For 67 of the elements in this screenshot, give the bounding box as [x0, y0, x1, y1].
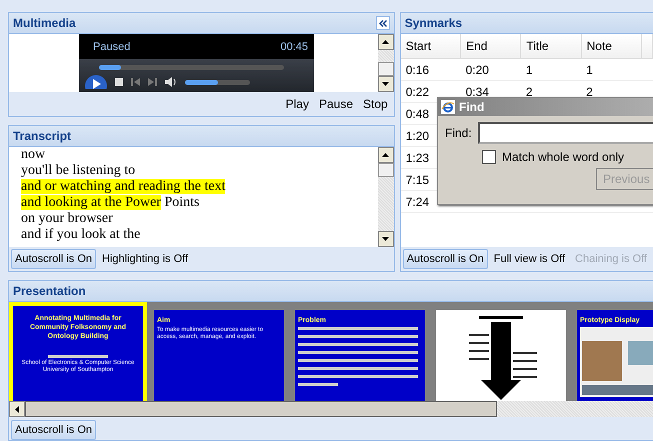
transcript-line: and if you look at the [21, 227, 142, 243]
checkbox-label: Match whole word only [502, 150, 624, 164]
scrollbar[interactable] [378, 147, 394, 247]
table-cell: 2 [586, 84, 593, 98]
scroll-down-button[interactable] [378, 76, 394, 92]
column-header[interactable]: Start [400, 34, 461, 58]
table-cell: 1 [526, 62, 533, 76]
speaker-icon[interactable] [165, 77, 177, 87]
up-arrow-icon [382, 153, 390, 157]
panel-title: Multimedia [13, 16, 76, 30]
double-chevron-icon [378, 20, 387, 26]
player-time: 00:45 [280, 40, 308, 52]
table-cell: 1:23 [406, 150, 430, 164]
panel-title: Transcript [13, 129, 72, 143]
scrollbar[interactable] [378, 34, 394, 92]
down-arrow-icon [382, 237, 390, 241]
scroll-down-button[interactable] [378, 231, 394, 247]
up-arrow-icon [382, 40, 390, 44]
table-cell: 0:48 [406, 106, 430, 120]
toggle-button[interactable]: Full view is Off [490, 249, 570, 269]
transcript-line: you'll be listening to [21, 163, 136, 179]
left-arrow-icon [15, 406, 19, 412]
table-cell: 7:24 [406, 194, 430, 208]
scroll-up-button[interactable] [378, 34, 394, 50]
table-cell: 1 [586, 62, 593, 76]
scroll-thumb[interactable] [378, 163, 394, 177]
toggle-button[interactable]: Autoscroll is On [11, 249, 96, 269]
player-status: Paused [93, 40, 130, 52]
table-cell: 0:22 [406, 84, 430, 98]
scroll-left-button[interactable] [9, 401, 25, 417]
toggle-button[interactable]: Autoscroll is On [11, 420, 96, 440]
find-field[interactable] [478, 122, 653, 144]
column-header[interactable]: End [460, 34, 521, 58]
table-cell: 7:15 [406, 172, 430, 186]
down-arrow-icon [382, 82, 390, 86]
table-cell: 0:20 [466, 62, 489, 76]
transcript-line: and looking at the Power Points [21, 195, 200, 211]
text-lines-drawing [48, 355, 108, 358]
play-icon[interactable] [85, 75, 107, 89]
table-cell: 0:34 [466, 84, 489, 98]
checkbox[interactable] [482, 150, 496, 164]
table-cell: 0:16 [406, 62, 430, 76]
transcript-line: now [21, 147, 46, 163]
panel-title: Synmarks [404, 16, 462, 30]
panel-title: Presentation [13, 284, 86, 298]
table-cell: 1:20 [406, 128, 430, 142]
scroll-thumb[interactable] [378, 62, 394, 76]
seek-bar[interactable] [99, 64, 284, 70]
field-label: Find: [445, 126, 472, 140]
volume-slider[interactable] [185, 80, 250, 84]
media-button[interactable]: Play [282, 97, 313, 111]
toggle-button[interactable]: Highlighting is Off [98, 249, 192, 269]
scroll-up-button[interactable] [378, 147, 394, 163]
column-header[interactable]: Note [581, 34, 642, 58]
dialog-title: Find [459, 100, 484, 114]
scroll-thumb[interactable] [25, 401, 497, 417]
browser-icon [441, 100, 455, 114]
previous-icon[interactable] [131, 78, 140, 86]
collapse-button[interactable] [376, 16, 390, 30]
table-cell: 2 [526, 84, 533, 98]
toggle-button[interactable]: Autoscroll is On [402, 249, 488, 269]
horizontal-scrollbar[interactable] [9, 401, 653, 417]
media-button[interactable]: Pause [314, 97, 358, 111]
next-icon[interactable] [148, 78, 157, 86]
transcript-line: on your browser [21, 211, 114, 227]
media-button[interactable]: Stop [359, 97, 392, 111]
column-header[interactable]: Title [520, 34, 582, 58]
